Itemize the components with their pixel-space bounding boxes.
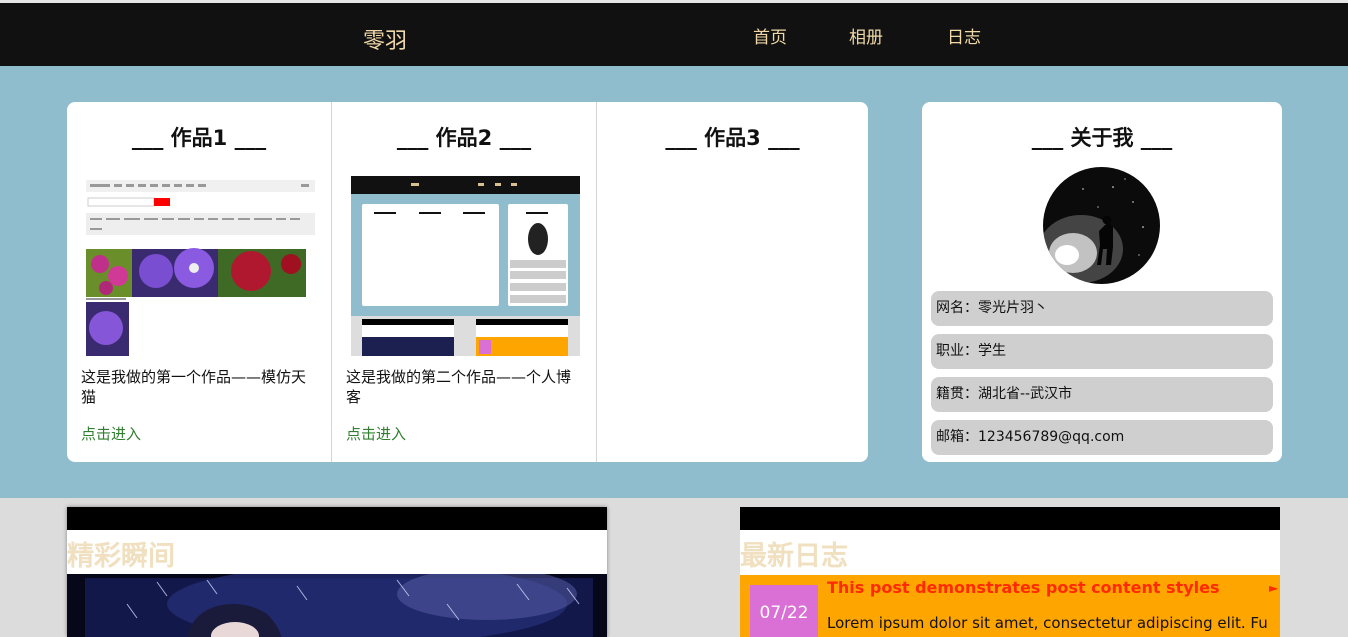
work-enter-link[interactable]: 点击进入 (346, 423, 406, 444)
site-header: 零羽 首页 相册 日志 (0, 3, 1348, 66)
post-arrow-icon[interactable]: ► (1269, 581, 1278, 595)
works-panel: ___ 作品1 ___ 这是我做的第一个作品——模仿天猫 点击进入 ___ 作品… (67, 102, 868, 462)
work-description: 这是我做的第一个作品——模仿天猫 (81, 368, 307, 406)
work-thumbnail-tmall[interactable] (86, 176, 315, 356)
panel-header-bar (740, 507, 1280, 530)
moments-panel: 精彩瞬间 (67, 507, 607, 637)
work-card-3: ___ 作品3 ___ (597, 102, 868, 462)
post-date: 07/22 (750, 585, 818, 637)
about-occupation: 职业：学生 (931, 334, 1273, 369)
about-email: 邮箱：123456789@qq.com (931, 420, 1273, 455)
journal-post[interactable]: 07/22 This post demonstrates post conten… (740, 575, 1280, 637)
journal-panel: 最新日志 07/22 This post demonstrates post c… (740, 507, 1280, 637)
nav-home[interactable]: 首页 (753, 23, 787, 48)
work-card-2: ___ 作品2 ___ 这是我做的第二个作品——个人博客 点击进入 (332, 102, 597, 462)
avatar (1043, 167, 1160, 284)
panel-header-bar (67, 507, 607, 530)
about-hometown: 籍贯：湖北省--武汉市 (931, 377, 1273, 412)
post-title[interactable]: This post demonstrates post content styl… (827, 578, 1220, 597)
post-excerpt: Lorem ipsum dolor sit amet, consectetur … (827, 614, 1267, 632)
journal-title: 最新日志 (740, 541, 848, 572)
work-card-1: ___ 作品1 ___ 这是我做的第一个作品——模仿天猫 点击进入 (67, 102, 332, 462)
about-panel: ___ 关于我 ___ 网名：零光片羽丶 职业：学生 籍贯：湖北省--武汉市 邮… (922, 102, 1282, 462)
work-thumbnail-blog[interactable] (351, 176, 580, 356)
moments-title: 精彩瞬间 (67, 541, 175, 572)
nav-journal[interactable]: 日志 (947, 23, 981, 48)
site-logo[interactable]: 零羽 (363, 23, 407, 55)
work-title: ___ 作品1 ___ (131, 126, 267, 150)
work-title: ___ 作品2 ___ (396, 126, 532, 150)
nav-album[interactable]: 相册 (849, 23, 883, 48)
work-enter-link[interactable]: 点击进入 (81, 423, 141, 444)
about-title: ___ 关于我 ___ (1031, 126, 1173, 150)
work-title: ___ 作品3 ___ (665, 126, 800, 150)
work-description: 这是我做的第二个作品——个人博客 (346, 368, 572, 406)
moments-photo[interactable] (67, 564, 607, 637)
about-nickname: 网名：零光片羽丶 (931, 291, 1273, 326)
